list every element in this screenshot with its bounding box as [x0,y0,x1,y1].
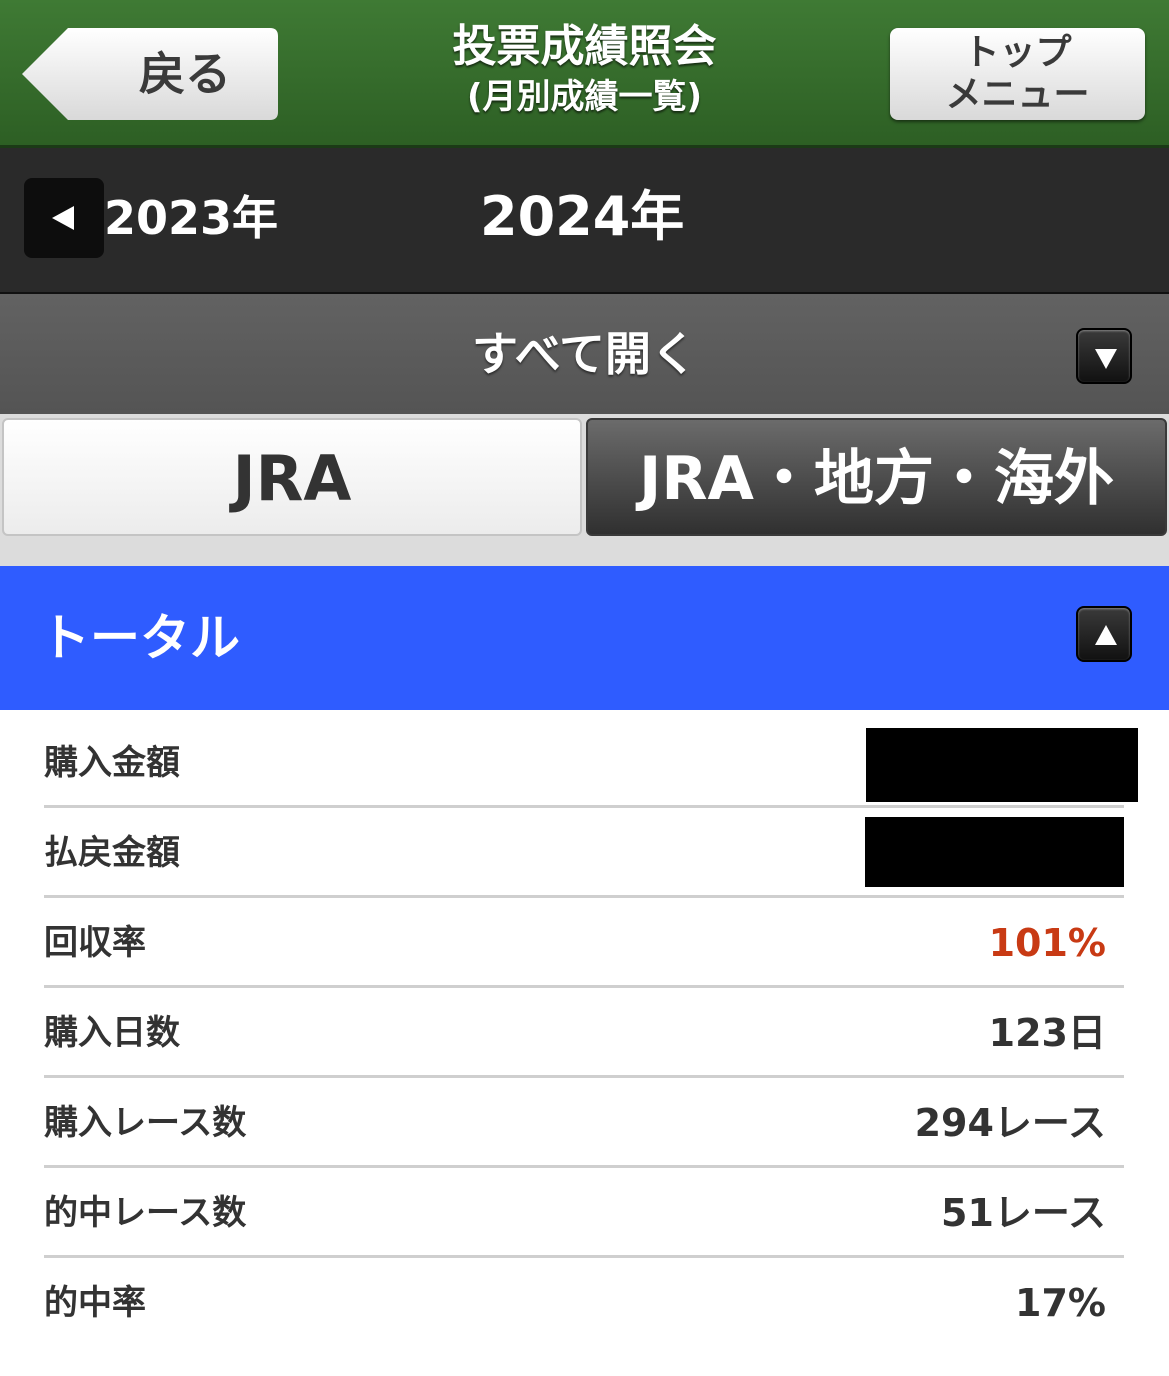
page-subtitle: (月別成績一覧) [466,77,703,117]
hit-races-value: 51レース [941,1191,1106,1235]
back-button[interactable]: 戻る [22,28,278,120]
table-row-return-rate: 回収率 101% [44,898,1124,988]
year-navigation: 2023年 2024年 [0,148,1169,294]
page-title: 投票成績照会 (月別成績一覧) [340,18,829,118]
previous-year-button[interactable] [24,178,104,258]
expand-all-label: すべて開く [472,327,697,381]
table-row-purchased-races: 購入レース数 294レース [44,1078,1124,1168]
total-section-title: トータル [40,609,240,667]
previous-year-link[interactable]: 2023年 [104,186,278,250]
row-label: 的中率 [44,1283,146,1323]
tab-jra-local-overseas[interactable]: JRA・地方・海外 [586,418,1167,536]
current-year-label: 2024年 [480,185,685,248]
top-menu-button[interactable]: トップ メニュー [890,28,1145,120]
row-label: 購入レース数 [44,1103,247,1143]
redacted-value [865,817,1124,887]
hit-rate-value: 17% [1015,1281,1106,1325]
page-title-main: 投票成績照会 [452,21,717,72]
top-menu-label-line2: メニュー [945,74,1090,115]
table-row-purchase-days: 購入日数 123日 [44,988,1124,1078]
top-menu-label-line1: トップ [963,32,1072,73]
row-label: 的中レース数 [44,1193,247,1233]
row-label: 回収率 [44,923,146,963]
expand-all-bar[interactable]: すべて開く [0,294,1169,414]
row-label: 購入金額 [44,743,180,783]
row-label: 払戻金額 [44,833,180,873]
table-row-hit-rate: 的中率 17% [44,1258,1124,1348]
table-row-hit-races: 的中レース数 51レース [44,1168,1124,1258]
table-row-payout-amount: 払戻金額 [44,808,1124,898]
purchased-races-value: 294レース [914,1101,1106,1145]
triangle-down-icon [1095,349,1117,369]
app-header: 戻る 投票成績照会 (月別成績一覧) トップ メニュー [0,0,1169,148]
tab-jra[interactable]: JRA [2,418,582,536]
expand-all-button[interactable] [1076,328,1132,384]
row-label: 購入日数 [44,1013,180,1053]
redacted-value [866,728,1138,802]
table-row-purchase-amount: 購入金額 [44,718,1138,808]
back-button-label: 戻る [139,47,231,101]
total-section-header[interactable]: トータル [0,566,1169,710]
triangle-up-icon [1095,625,1117,645]
collapse-total-button[interactable] [1076,606,1132,662]
purchase-days-value: 123日 [988,1011,1106,1055]
category-tabs: JRA JRA・地方・海外 [0,414,1169,566]
return-rate-value: 101% [988,921,1106,965]
triangle-left-icon [52,206,74,230]
